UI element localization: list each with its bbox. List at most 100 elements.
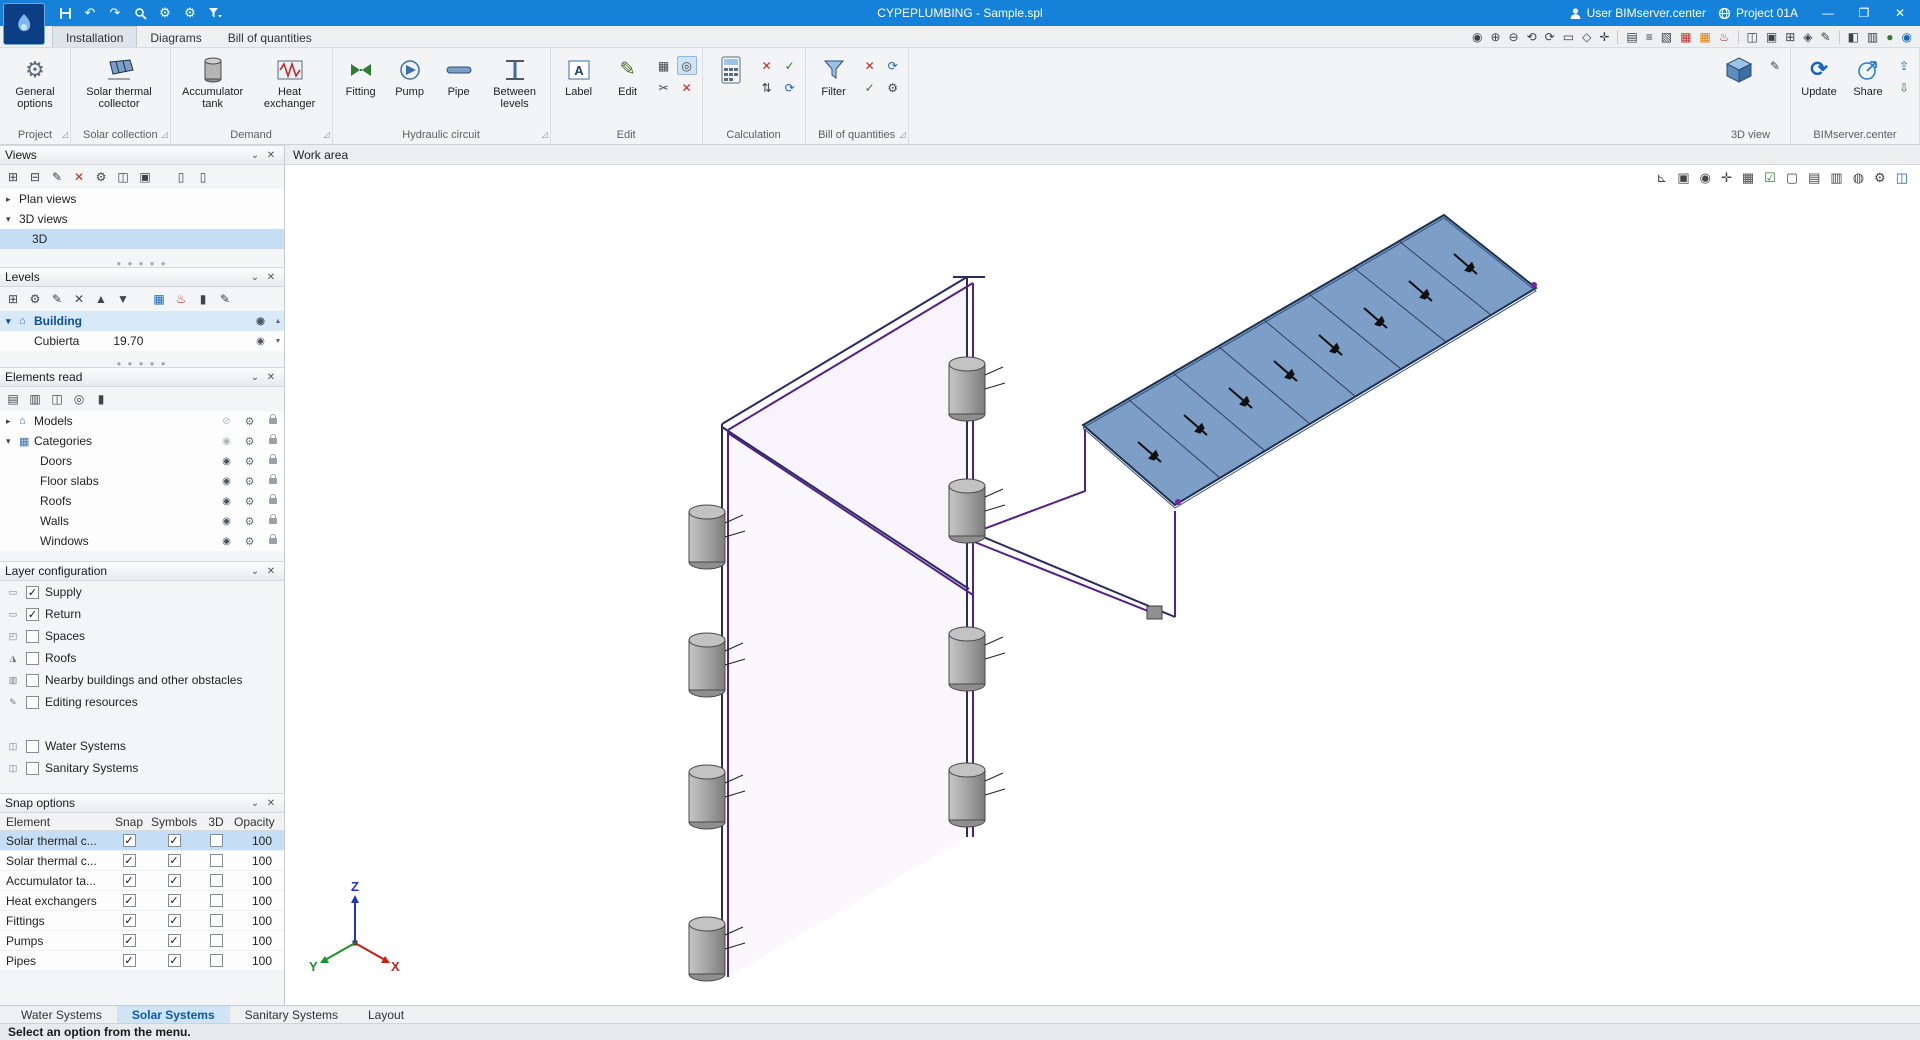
expand-all-icon[interactable]: ▤ [4, 390, 22, 408]
reference-icon[interactable]: ◈ [1803, 30, 1812, 44]
tab-bill-of-quantities[interactable]: Bill of quantities [215, 26, 325, 47]
minimize-button[interactable]: — [1810, 0, 1846, 26]
element-settings-icon[interactable]: ⚙ [245, 415, 255, 428]
rows-icon[interactable]: ▤ [1808, 170, 1820, 186]
chevron-right-icon[interactable]: ▸ [6, 416, 19, 427]
camera-icon[interactable]: ◫ [114, 168, 132, 186]
collapse-panel-icon[interactable]: ⌄ [247, 369, 263, 385]
symbols-checkbox[interactable] [168, 834, 181, 847]
panel-resize-handle[interactable]: ● ● ● ● ● [0, 259, 284, 267]
supply-checkbox[interactable] [26, 586, 39, 599]
tree-item-building[interactable]: ▾ ⌂ Building ◉ ▲ [0, 311, 284, 331]
shading-icon[interactable]: ◍ [1853, 170, 1864, 186]
tree-item-doors[interactable]: Doors ◉ ⚙ [0, 451, 284, 471]
cancel-calculation-icon[interactable]: ✕ [757, 56, 777, 75]
bimserver-user[interactable]: User BIMserver.center [1569, 6, 1706, 20]
new-view-icon[interactable]: ⊞ [4, 168, 22, 186]
measure-icon[interactable]: ⊾ [1656, 170, 1667, 186]
element-settings-icon[interactable]: ⚙ [245, 535, 255, 548]
pump-box[interactable] [1147, 606, 1162, 619]
chevron-right-icon[interactable]: ▸ [6, 194, 19, 205]
save-icon[interactable] [56, 4, 74, 22]
window-zoom-icon[interactable]: ▭ [1563, 30, 1574, 44]
pipe-button[interactable]: Pipe [436, 51, 482, 125]
lock-icon[interactable] [269, 458, 277, 464]
visibility-eye-icon[interactable]: ◉ [222, 516, 231, 527]
snap-checkbox[interactable] [123, 834, 136, 847]
dialog-launcher-icon[interactable]: ◿ [161, 128, 167, 142]
tree-item-level-cubierta[interactable]: Cubierta 19.70 ◉ ▼ [0, 331, 284, 351]
hatch-icon[interactable]: ▧ [1661, 30, 1672, 44]
general-options-button[interactable]: ⚙ General options [5, 51, 65, 125]
gauge-icon[interactable]: ▮ [194, 290, 212, 308]
collapse-all-icon[interactable]: ▥ [26, 390, 44, 408]
view-settings-icon[interactable]: ⚙ [92, 168, 110, 186]
isometric-icon[interactable]: ◫ [1896, 170, 1908, 186]
heat-exchanger-button[interactable]: Heat exchanger [253, 51, 327, 125]
3d-checkbox[interactable] [210, 854, 223, 867]
delete-view-icon[interactable]: ✕ [70, 168, 88, 186]
snap-checkbox[interactable] [123, 894, 136, 907]
frame-icon[interactable]: ▣ [1766, 30, 1777, 44]
chevron-down-icon[interactable]: ▾ [6, 316, 19, 327]
visibility-eye-icon[interactable]: ◉ [256, 336, 265, 347]
between-levels-button[interactable]: Between levels [485, 51, 545, 125]
bimserver-project[interactable]: Project 01A [1718, 6, 1798, 20]
opacity-value[interactable]: 100 [234, 954, 280, 968]
fire-icon[interactable]: ♨ [172, 290, 190, 308]
boq-settings-icon[interactable]: ⚙ [883, 78, 903, 97]
visibility-eye-icon[interactable]: ◉ [222, 456, 231, 467]
collapse-panel-icon[interactable]: ⌄ [247, 563, 263, 579]
update-results-icon[interactable]: ⇅ [757, 78, 777, 97]
redo-icon[interactable]: ↷ [106, 4, 124, 22]
lock-icon[interactable] [269, 418, 277, 424]
collapse-panel-icon[interactable]: ⌄ [247, 795, 263, 811]
panel-resize-handle[interactable]: ● ● ● ● ● [0, 359, 284, 367]
tree-item-walls[interactable]: Walls ◉ ⚙ [0, 511, 284, 531]
dialog-launcher-icon[interactable]: ◿ [541, 128, 547, 142]
3d-checkbox[interactable] [210, 834, 223, 847]
collapse-panel-icon[interactable]: ⌄ [247, 147, 263, 163]
3d-edit-icon[interactable]: ✎ [1765, 56, 1785, 75]
3d-view-button[interactable] [1716, 51, 1762, 125]
delete-level-icon[interactable]: ✕ [70, 290, 88, 308]
opacity-value[interactable]: 100 [234, 894, 280, 908]
edit-copy-icon[interactable]: ▦ [654, 56, 674, 75]
dxf-template-icon[interactable]: ▦ [1699, 30, 1710, 44]
lock-icon[interactable] [269, 538, 277, 544]
pan-icon[interactable]: ✛ [1599, 30, 1609, 44]
filter-button[interactable]: Filter [811, 51, 857, 125]
list-icon[interactable]: ≡ [1646, 30, 1653, 44]
tree-item-3d-views[interactable]: ▾ 3D views [0, 209, 284, 229]
table-row[interactable]: Pumps 100 [0, 931, 284, 951]
element-settings-icon[interactable]: ⚙ [245, 435, 255, 448]
element-settings-icon[interactable]: ⚙ [245, 455, 255, 468]
zoom-in-icon[interactable]: ⊕ [1490, 30, 1500, 44]
symbols-checkbox[interactable] [168, 854, 181, 867]
table-row[interactable]: Solar thermal c... 100 [0, 831, 284, 851]
tree-item-3d[interactable]: 3D [0, 229, 284, 249]
pin-icon[interactable]: ▮ [92, 390, 110, 408]
add-level-icon[interactable]: ⊞ [4, 290, 22, 308]
symbols-checkbox[interactable] [168, 934, 181, 947]
tab-diagrams[interactable]: Diagrams [137, 26, 214, 47]
split-view-icon[interactable]: ◫ [1747, 30, 1758, 44]
grid-icon[interactable]: ▦ [1742, 170, 1754, 186]
snap-checkbox[interactable] [123, 954, 136, 967]
calculate-button[interactable] [708, 51, 754, 125]
close-panel-icon[interactable]: ✕ [263, 563, 279, 579]
chevron-down-icon[interactable]: ▾ [6, 436, 19, 447]
dialog-launcher-icon[interactable]: ◿ [899, 128, 905, 142]
accumulator-tank-button[interactable]: Accumulator tank [176, 51, 250, 125]
dwg-template-icon[interactable]: ▦ [1680, 30, 1691, 44]
visibility-eye-icon[interactable]: ◉ [222, 536, 231, 547]
visibility-icon[interactable]: ◉ [1700, 170, 1711, 186]
element-settings-icon[interactable]: ⚙ [245, 495, 255, 508]
3d-checkbox[interactable] [210, 934, 223, 947]
columns-icon[interactable]: ◫ [48, 390, 66, 408]
next-view-icon[interactable]: ⟳ [1545, 30, 1555, 44]
frame-icon[interactable]: ▢ [1786, 170, 1798, 186]
boq-exclude-icon[interactable]: ✕ [860, 56, 880, 75]
dialog-launcher-icon[interactable]: ◿ [323, 128, 329, 142]
recalculate-icon[interactable]: ⟳ [780, 78, 800, 97]
